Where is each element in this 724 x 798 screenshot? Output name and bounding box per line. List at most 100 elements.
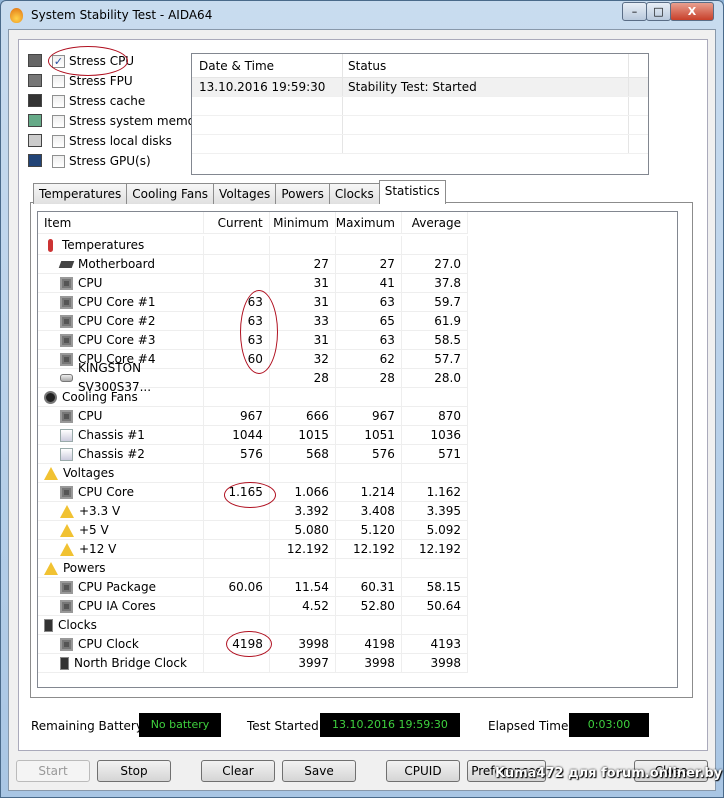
table-row[interactable]: CPU 967 666 967 870 (38, 407, 468, 426)
log-header-status[interactable]: Status (343, 54, 629, 77)
fan-icon (44, 390, 57, 404)
checkbox[interactable] (52, 134, 65, 148)
window-title: System Stability Test - AIDA64 (31, 8, 213, 22)
tab-temperatures[interactable]: Temperatures (33, 183, 128, 204)
group-row[interactable]: Powers (38, 559, 469, 578)
item-label: Chassis #1 (78, 427, 145, 442)
maximum-value: 28 (335, 369, 402, 388)
tab-powers[interactable]: Powers (275, 183, 330, 204)
current-value (203, 559, 270, 578)
maximum-value: 3.408 (335, 502, 402, 521)
item-label: +12 V (79, 541, 117, 556)
column-header-average[interactable]: Average (401, 212, 468, 234)
chip-icon (60, 580, 73, 594)
elapsed-time-value: 0:03:00 (569, 713, 649, 737)
item-label: Motherboard (78, 256, 155, 271)
tab-statistics[interactable]: Statistics (378, 180, 446, 204)
table-row[interactable]: +5 V 5.080 5.120 5.092 (38, 521, 468, 540)
column-header-minimum[interactable]: Minimum (269, 212, 336, 234)
current-value (203, 521, 270, 540)
column-header-item[interactable]: Item (38, 212, 204, 234)
memory-icon (28, 114, 42, 127)
average-value: 870 (401, 407, 468, 426)
minimum-value: 5.080 (269, 521, 336, 540)
average-value: 57.7 (401, 350, 468, 369)
warn-icon (60, 542, 74, 556)
table-row[interactable]: CPU IA Cores 4.52 52.80 50.64 (38, 597, 468, 616)
checkbox[interactable] (52, 114, 65, 128)
table-row[interactable]: Motherboard 27 27 27.0 (38, 255, 468, 274)
checkbox[interactable] (52, 74, 65, 88)
minimum-value (269, 616, 336, 635)
chip-icon (60, 485, 73, 499)
average-value: 1036 (401, 426, 468, 445)
cache-icon (28, 94, 42, 107)
start-button[interactable]: Start (16, 760, 90, 782)
table-row[interactable]: +12 V 12.192 12.192 12.192 (38, 540, 468, 559)
log-header-datetime[interactable]: Date & Time (192, 54, 343, 77)
average-value: 58.15 (401, 578, 468, 597)
chip-icon (60, 599, 73, 613)
average-value: 58.5 (401, 331, 468, 350)
table-row[interactable]: Chassis #1 1044 1015 1051 1036 (38, 426, 468, 445)
average-value (401, 236, 469, 255)
chip-icon (60, 314, 73, 328)
save-button[interactable]: Save (282, 760, 356, 782)
average-value: 28.0 (401, 369, 468, 388)
current-value (203, 255, 270, 274)
average-value: 61.9 (401, 312, 468, 331)
table-row[interactable]: Chassis #2 576 568 576 571 (38, 445, 468, 464)
current-value (203, 597, 270, 616)
group-row[interactable]: Voltages (38, 464, 469, 483)
minimum-value: 1015 (269, 426, 336, 445)
maximum-value: 65 (335, 312, 402, 331)
checkbox[interactable] (52, 94, 65, 108)
minimum-value: 4.52 (269, 597, 336, 616)
stress-option[interactable]: Stress local disks (52, 133, 172, 149)
log-row[interactable]: 13.10.2016 19:59:30 Stability Test: Start… (192, 78, 648, 97)
column-header-current[interactable]: Current (203, 212, 270, 234)
table-row[interactable]: CPU 31 41 37.8 (38, 274, 468, 293)
minimum-value: 32 (269, 350, 336, 369)
tab-voltages[interactable]: Voltages (213, 183, 277, 204)
current-value: 60.06 (203, 578, 270, 597)
average-value: 50.64 (401, 597, 468, 616)
checkbox[interactable] (52, 154, 65, 168)
disk-icon (60, 374, 73, 382)
column-header-maximum[interactable]: Maximum (335, 212, 402, 234)
chas-icon (60, 447, 73, 461)
maximum-value: 3998 (335, 654, 402, 673)
stress-option[interactable]: Stress GPU(s) (52, 153, 151, 169)
tab-cooling-fans[interactable]: Cooling Fans (126, 183, 215, 204)
annotation-circle (48, 46, 128, 76)
item-label: Clocks (58, 617, 97, 632)
item-label: Chassis #2 (78, 446, 145, 461)
clear-button[interactable]: Clear (201, 760, 275, 782)
tab-clocks[interactable]: Clocks (328, 183, 380, 204)
stress-option[interactable]: Stress system memory (52, 113, 207, 129)
minimize-button[interactable]: – (622, 2, 647, 21)
average-value (401, 388, 469, 407)
item-label: CPU Package (78, 579, 156, 594)
maximize-button[interactable]: □ (646, 2, 671, 21)
item-label: CPU (78, 408, 103, 423)
chip-icon (60, 637, 73, 651)
gpu-icon (28, 154, 42, 167)
current-value (203, 654, 270, 673)
cpuid-button[interactable]: CPUID (386, 760, 460, 782)
warn-icon (60, 523, 74, 537)
clk-icon (44, 618, 53, 632)
group-row[interactable]: Cooling Fans (38, 388, 469, 407)
close-window-button[interactable]: X (670, 2, 714, 21)
table-row[interactable]: North Bridge Clock 3997 3998 3998 (38, 654, 468, 673)
stop-button[interactable]: Stop (97, 760, 171, 782)
table-row[interactable]: CPU Package 60.06 11.54 60.31 58.15 (38, 578, 468, 597)
stress-option[interactable]: Stress cache (52, 93, 145, 109)
average-value: 27.0 (401, 255, 468, 274)
minimum-value: 3.392 (269, 502, 336, 521)
event-log: Date & Time Status 13.10.2016 19:59:30 Sta… (191, 53, 649, 175)
group-row[interactable]: Temperatures (38, 236, 469, 255)
maximum-value: 967 (335, 407, 402, 426)
battery-label: Remaining Battery: (31, 719, 147, 733)
maximum-value: 4198 (335, 635, 402, 654)
